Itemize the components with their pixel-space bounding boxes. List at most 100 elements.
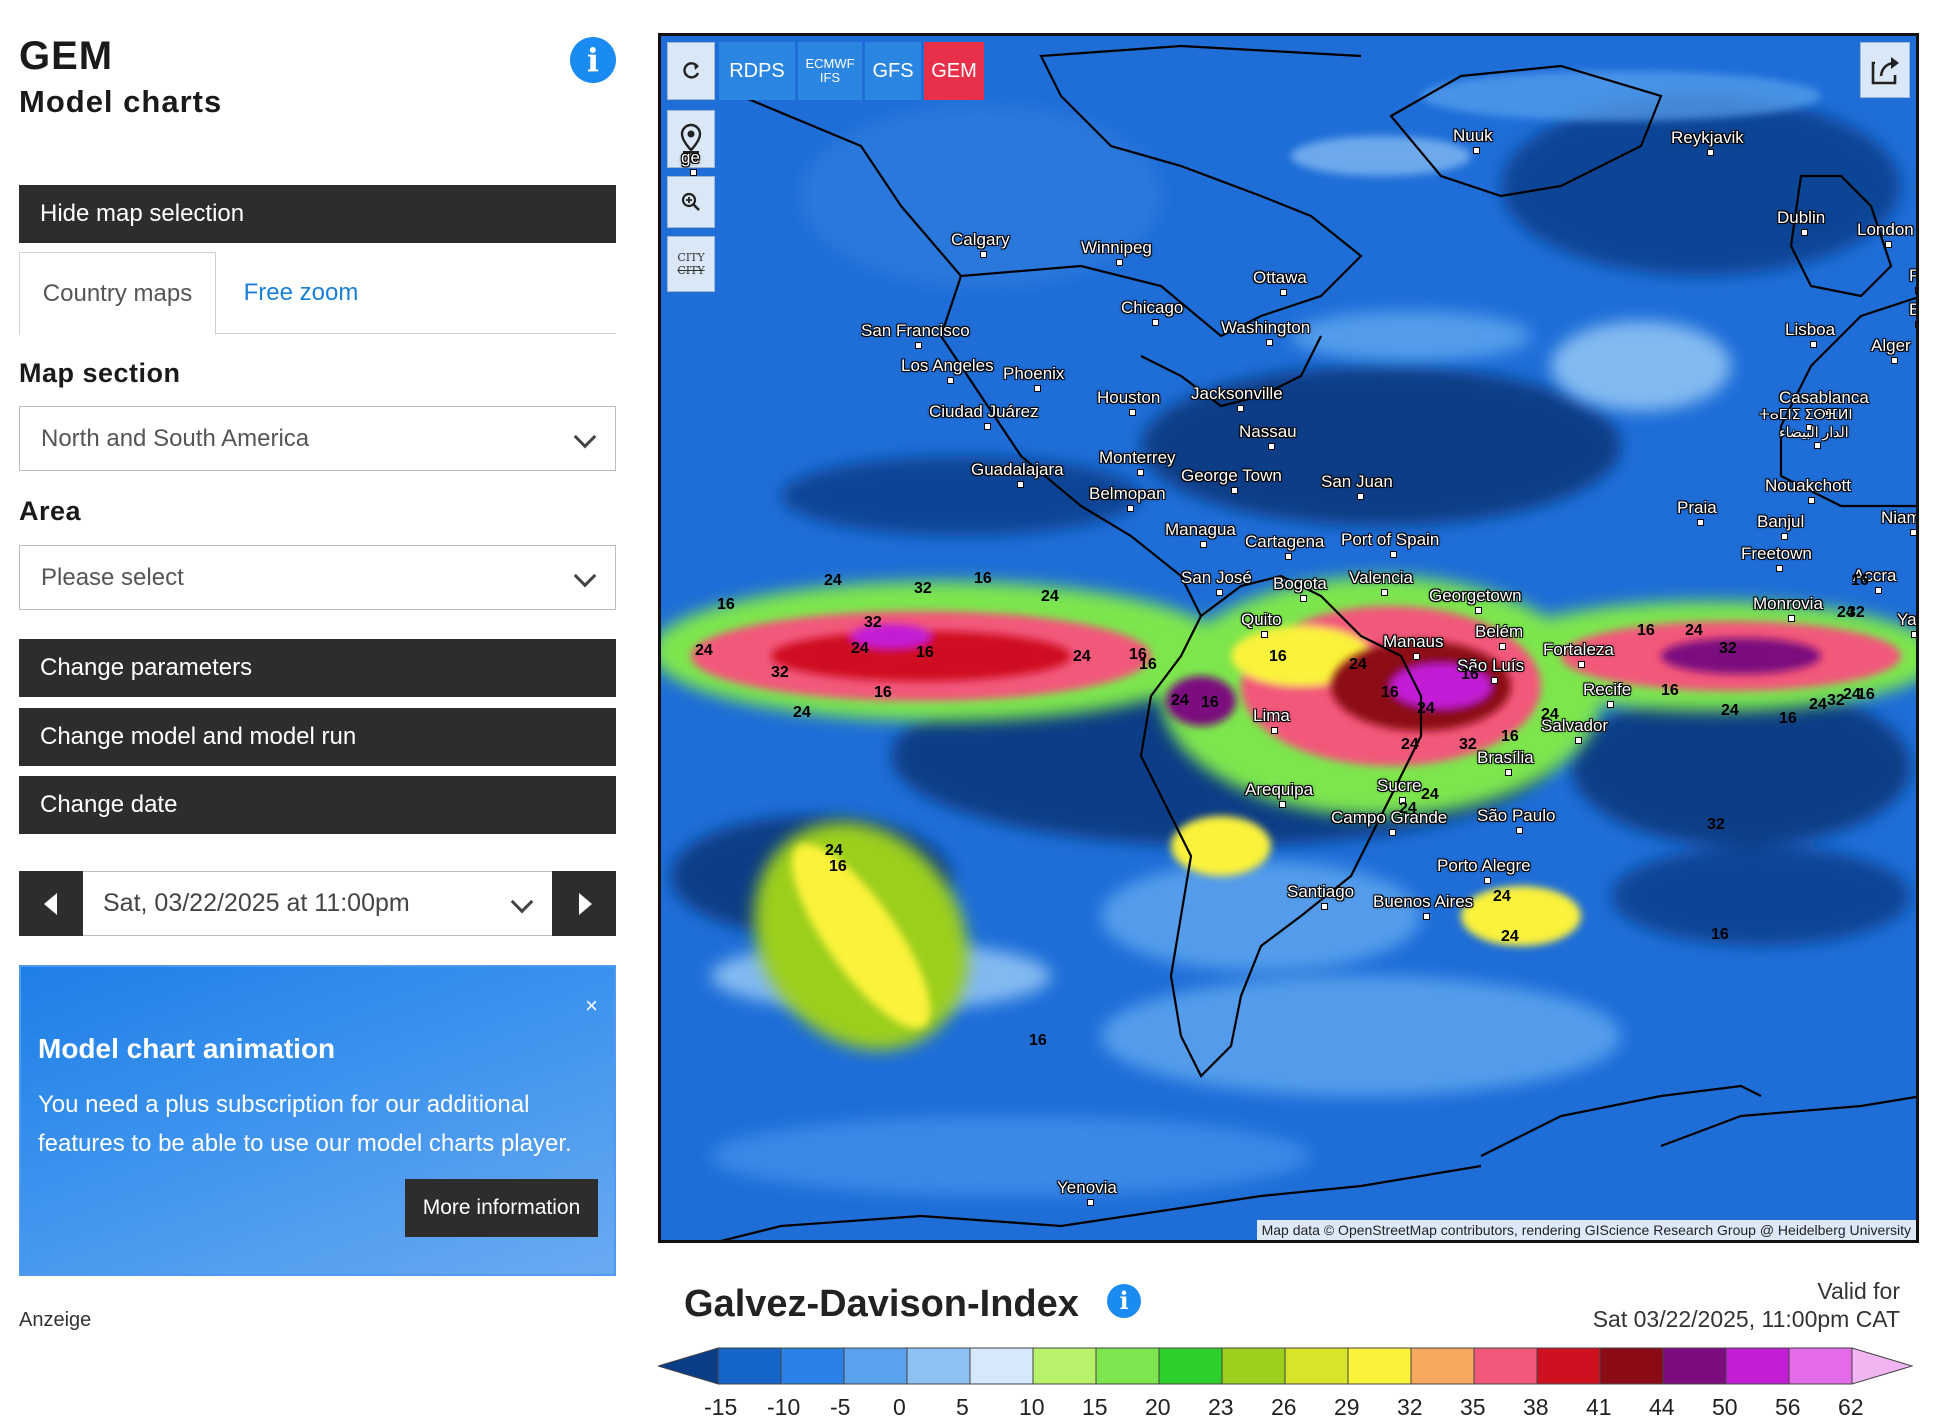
refresh-button[interactable] (667, 42, 715, 100)
isoline-label: 24 (1493, 888, 1511, 905)
city-label: Alger (1871, 336, 1911, 364)
isoline-label: 24 (1041, 588, 1059, 605)
city-label: Washington (1221, 318, 1311, 346)
isoline-label: 16 (1779, 710, 1797, 727)
valid-for-value: Sat 03/22/2025, 11:00pm CAT (1592, 1306, 1900, 1332)
color-scale-swatch (1095, 1347, 1160, 1385)
promo-box: × Model chart animation You need a plus … (19, 965, 616, 1276)
share-button[interactable] (1860, 42, 1910, 98)
city-label: Georgetown (1429, 586, 1522, 614)
model-button-ecmwf-ifs[interactable]: ECMWF IFS (798, 42, 862, 100)
city-toggle-label: CITY (677, 251, 705, 264)
color-scale-swatch (1473, 1347, 1538, 1385)
city-label: Port of Spain (1341, 530, 1440, 558)
city-label: Monterrey (1099, 448, 1176, 476)
date-select[interactable]: Sat, 03/22/2025 at 11:00pm (83, 871, 552, 936)
city-label: Sucre (1377, 776, 1422, 804)
city-label: George Town (1181, 466, 1282, 494)
close-icon[interactable]: × (585, 993, 598, 1019)
city-label: Banjul (1757, 512, 1805, 540)
tab-free-zoom[interactable]: Free zoom (216, 252, 386, 334)
isoline-label: 24 (1349, 656, 1367, 673)
zoom-button[interactable] (667, 176, 715, 228)
color-scale-swatch (1347, 1347, 1412, 1385)
color-scale-swatch (780, 1347, 845, 1385)
color-scale-tick-label: 62 (1838, 1394, 1864, 1420)
isoline-label: 24 (1721, 702, 1739, 719)
isoline-label: 16 (1201, 694, 1219, 711)
city-label: Belém (1475, 622, 1524, 650)
isoline-label: 16 (1029, 1032, 1047, 1049)
city-label: Los Angeles (901, 356, 994, 384)
color-scale-tick-label: 20 (1145, 1394, 1171, 1420)
color-scale-tick-label: 10 (1019, 1394, 1045, 1420)
color-scale-swatch (1032, 1347, 1097, 1385)
city-label: Calgary (951, 230, 1010, 258)
model-button-rdps[interactable]: RDPS (719, 42, 795, 100)
color-scale-tick-label: 29 (1334, 1394, 1360, 1420)
valid-for-label: Valid for (1817, 1278, 1900, 1304)
color-scale-tick-label: -5 (830, 1394, 851, 1420)
isoline-label: 24 (1501, 928, 1519, 945)
city-label: Phoenix (1003, 364, 1065, 392)
change-model-button[interactable]: Change model and model run (19, 708, 616, 766)
isoline-label: 16 (1501, 728, 1519, 745)
isoline-label: 24 (1417, 700, 1435, 717)
isoline-label: 16 (1269, 648, 1287, 665)
city-label: Quito (1241, 610, 1282, 638)
model-button-gem[interactable]: GEM (924, 42, 984, 100)
city-label: Bogota (1273, 574, 1327, 602)
isoline-label: 24 (1685, 622, 1703, 639)
map-section-select[interactable]: North and South America (19, 406, 616, 471)
city-toggle-button[interactable]: CITY CITY (667, 236, 715, 292)
city-label: Valencia (1349, 568, 1413, 596)
color-scale-tick-label: 35 (1460, 1394, 1486, 1420)
chevron-down-icon (573, 425, 597, 449)
city-label: Porto Alegre (1437, 856, 1531, 884)
model-button-gfs[interactable]: GFS (865, 42, 921, 100)
info-icon[interactable]: i (1107, 1284, 1141, 1318)
color-scale-tick-label: 41 (1586, 1394, 1612, 1420)
city-label: P (1909, 266, 1916, 294)
city-label: São Paulo (1477, 806, 1556, 834)
weather-map[interactable]: RDPS ECMWF IFS GFS GEM CITY CITY Nuuk Re… (658, 33, 1919, 1243)
change-date-button[interactable]: Change date (19, 776, 616, 834)
map-section-value: North and South America (41, 424, 310, 452)
change-parameters-button[interactable]: Change parameters (19, 639, 616, 697)
isoline-label: 24 (1809, 696, 1827, 713)
city-label: Lima (1253, 706, 1290, 734)
city-label: San Francisco (861, 321, 970, 349)
color-scale-arrow-left (658, 1347, 719, 1385)
isoline-label: 32 (1719, 640, 1737, 657)
share-icon (1871, 57, 1899, 85)
color-scale-tick-label: 0 (893, 1394, 906, 1420)
city-label: Yenovia (1057, 1178, 1117, 1206)
isoline-label: 16 (1711, 926, 1729, 943)
info-icon[interactable]: i (570, 37, 616, 83)
color-scale-swatch (1662, 1347, 1727, 1385)
next-date-button[interactable] (552, 871, 616, 936)
hide-map-selection-button[interactable]: Hide map selection (19, 185, 616, 243)
color-scale-tick-label: -10 (767, 1394, 801, 1420)
isoline-label: 16 (1461, 666, 1479, 683)
isoline-label: 16 (1139, 656, 1157, 673)
isoline-label: 24 (1421, 786, 1439, 803)
color-scale (658, 1347, 1914, 1385)
previous-date-button[interactable] (19, 871, 83, 936)
color-scale-arrow-right (1851, 1347, 1914, 1385)
city-toggle-icon: CITY (677, 264, 705, 277)
city-label: Monrovia (1753, 594, 1823, 622)
more-information-button[interactable]: More information (405, 1179, 598, 1237)
promo-text: You need a plus subscription for our add… (38, 1091, 572, 1157)
color-scale-swatch (843, 1347, 908, 1385)
isoline-label: 32 (1847, 604, 1865, 621)
city-label: San Juan (1321, 472, 1393, 500)
isoline-label: 16 (1857, 686, 1875, 703)
isoline-label: 32 (1459, 736, 1477, 753)
area-select[interactable]: Please select (19, 545, 616, 610)
tab-country-maps[interactable]: Country maps (19, 252, 216, 335)
isoline-label: 24 (1541, 706, 1559, 723)
city-label: ge (681, 148, 700, 176)
city-label: San José (1181, 568, 1252, 596)
color-scale-swatch (1788, 1347, 1853, 1385)
